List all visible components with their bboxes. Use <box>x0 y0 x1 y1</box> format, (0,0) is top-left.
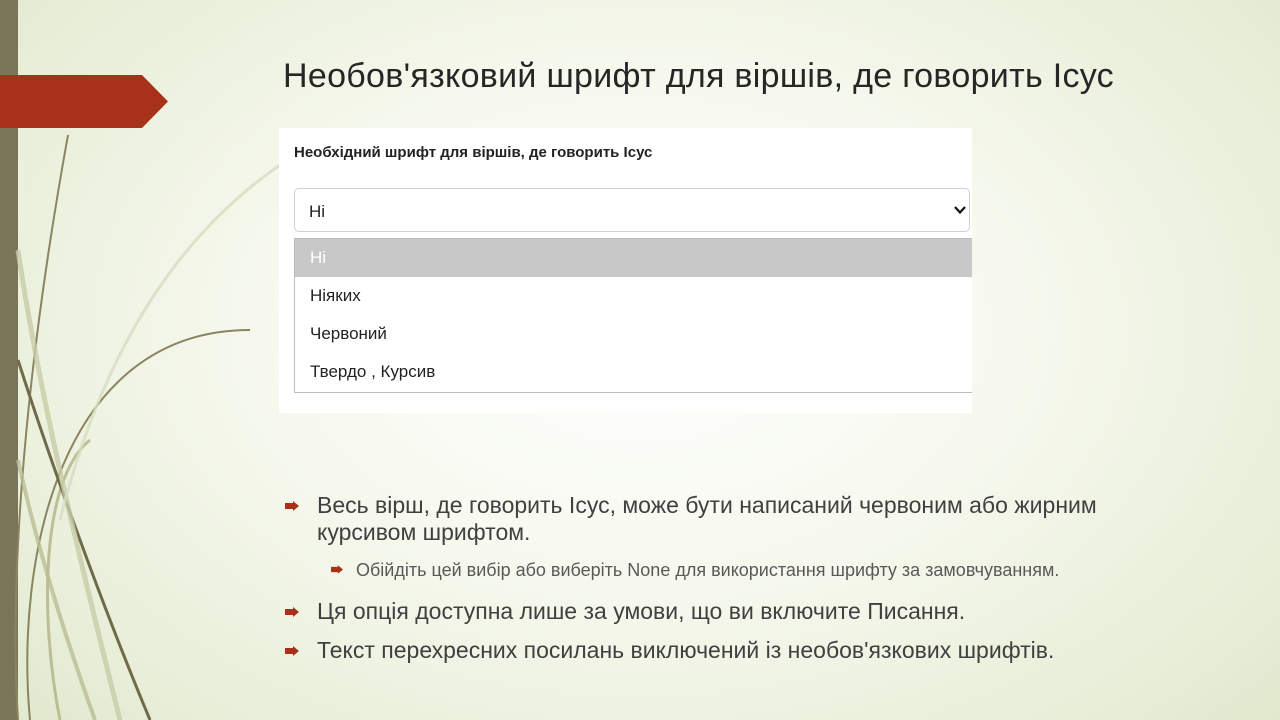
arrow-bullet-icon <box>285 607 299 617</box>
slide-title: Необов'язковий шрифт для віршів, де гово… <box>283 57 1114 95</box>
dropdown-option-none[interactable]: Ні <box>295 239 972 277</box>
font-setting-screenshot: Необхідний шрифт для віршів, де говорить… <box>279 128 972 413</box>
chevron-down-icon <box>954 206 966 215</box>
arrow-bullet-icon <box>285 501 299 511</box>
font-select-value: Ні <box>309 202 326 221</box>
bullet-subitem: Обійдіть цей вибір або виберіть None для… <box>331 558 1116 582</box>
arrow-bullet-icon <box>285 646 299 656</box>
bullet-item: Текст перехресних посилань виключений із… <box>283 637 1183 664</box>
dropdown-option-bold-italic[interactable]: Твердо , Курсив <box>295 353 972 391</box>
bullet-text: Обійдіть цей вибір або виберіть None для… <box>356 560 1060 580</box>
bullet-text: Текст перехресних посилань виключений із… <box>317 637 1055 663</box>
bullet-text: Ця опція доступна лише за умови, що ви в… <box>317 598 966 624</box>
arrow-bullet-icon <box>331 565 343 574</box>
font-setting-label: Необхідний шрифт для віршів, де говорить… <box>294 144 653 161</box>
font-select[interactable]: Ні <box>294 188 970 232</box>
bullet-item: Ця опція доступна лише за умови, що ви в… <box>283 598 1183 625</box>
font-select-dropdown: Ні Ніяких Червоний Твердо , Курсив <box>294 238 972 393</box>
decorative-arrow-tab <box>0 75 168 128</box>
bullet-list: Весь вірш, де говорить Ісус, може бути н… <box>283 492 1183 676</box>
dropdown-option-nothing[interactable]: Ніяких <box>295 277 972 315</box>
bullet-text: Весь вірш, де говорить Ісус, може бути н… <box>317 492 1097 545</box>
bullet-item: Весь вірш, де говорить Ісус, може бути н… <box>283 492 1183 546</box>
dropdown-option-red[interactable]: Червоний <box>295 315 972 353</box>
